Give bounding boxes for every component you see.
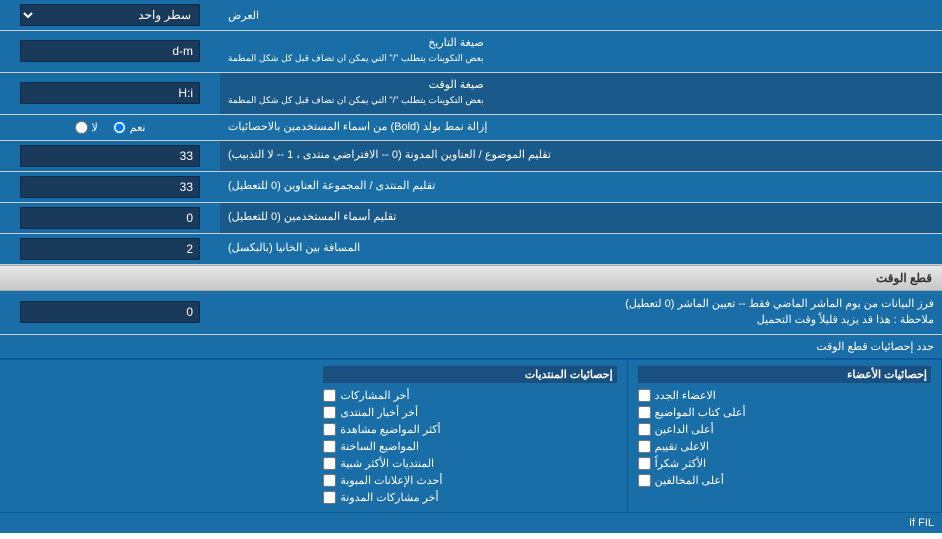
time-format-input[interactable] — [20, 82, 200, 104]
forums-stats-title: إحصائيات المنتديات — [525, 369, 613, 381]
time-format-label: صيغة الوقتبعض التكوينات يتطلب "/" التي ي… — [220, 73, 942, 114]
cb-most-similar[interactable]: المنتديات الأكثر شبية — [323, 455, 616, 472]
checkbox-most-viewed[interactable] — [323, 423, 336, 436]
radio-no-label: لا — [92, 121, 98, 134]
radio-yes[interactable] — [113, 121, 126, 134]
cb-top-rated[interactable]: الاعلى تقييم — [638, 438, 931, 455]
cb-top-inviters[interactable]: أعلى الداعين — [638, 421, 931, 438]
cb-latest-classifieds[interactable]: أحدث الإعلانات المبوبة — [323, 472, 616, 489]
checkbox-hot-topics[interactable] — [323, 440, 336, 453]
subject-trim-label: تقليم الموضوع / العناوين المدونة (0 -- ا… — [220, 141, 942, 171]
cb-most-viewed[interactable]: أكثر المواضيع مشاهدة — [323, 421, 616, 438]
date-format-input-cell[interactable] — [0, 31, 220, 72]
cb-top-infracted[interactable]: أعلى المخالفين — [638, 472, 931, 489]
radio-yes-label: نعم — [130, 121, 146, 134]
members-stats-title: إحصائيات الأعضاء — [847, 369, 927, 381]
bottom-note: If FIL — [909, 517, 934, 529]
cb-last-posts[interactable]: أخر المشاركات — [323, 387, 616, 404]
limit-label: حدد إحصائيات قطع الوقت — [816, 341, 934, 353]
cb-new-members[interactable]: الاعضاء الجدد — [638, 387, 931, 404]
cb-last-news[interactable]: أخر أخبار المنتدى — [323, 404, 616, 421]
checkbox-latest-classifieds[interactable] — [323, 474, 336, 487]
username-trim-input[interactable] — [20, 207, 200, 229]
checkbox-top-infracted[interactable] — [638, 474, 651, 487]
radio-no[interactable] — [75, 121, 88, 134]
spacing-label: المسافة بين الخانيا (بالبكسل) — [220, 234, 942, 264]
checkbox-last-news[interactable] — [323, 406, 336, 419]
username-trim-input-cell[interactable] — [0, 203, 220, 233]
cb-hot-topics[interactable]: المواضيع الساخنة — [323, 438, 616, 455]
checkbox-top-posters[interactable] — [638, 406, 651, 419]
limit-row: حدد إحصائيات قطع الوقت — [0, 335, 942, 359]
checkbox-top-inviters[interactable] — [638, 423, 651, 436]
cutoff-section-header: قطع الوقت — [0, 265, 942, 291]
display-select-cell[interactable]: سطر واحد سطرين ثلاثة أسطر — [0, 0, 220, 30]
subject-trim-input-cell[interactable] — [0, 141, 220, 171]
checkbox-last-posts[interactable] — [323, 389, 336, 402]
header-label: العرض — [220, 0, 942, 30]
forum-trim-input[interactable] — [20, 176, 200, 198]
bold-radio-cell[interactable]: نعم لا — [0, 115, 220, 140]
cutoff-input[interactable] — [20, 301, 200, 323]
checkbox-most-similar[interactable] — [323, 457, 336, 470]
display-select[interactable]: سطر واحد سطرين ثلاثة أسطر — [20, 4, 200, 26]
radio-no-group[interactable]: لا — [75, 121, 98, 134]
checkbox-most-thanked[interactable] — [638, 457, 651, 470]
radio-yes-group[interactable]: نعم — [113, 121, 146, 134]
username-trim-label: تقليم أسماء المستخدمين (0 للتعطيل) — [220, 203, 942, 233]
subject-trim-input[interactable] — [20, 145, 200, 167]
cutoff-label: فرز البيانات من يوم الماشر الماضي فقط --… — [220, 291, 942, 334]
bold-remove-label: إزالة نمط بولد (Bold) من اسماء المستخدمي… — [220, 115, 942, 140]
spacing-input-cell[interactable] — [0, 234, 220, 264]
checkbox-new-members[interactable] — [638, 389, 651, 402]
forum-trim-input-cell[interactable] — [0, 172, 220, 202]
date-format-input[interactable] — [20, 40, 200, 62]
checkbox-last-blog-posts[interactable] — [323, 491, 336, 504]
date-format-label: صيغة التاريخبعض التكوينات يتطلب "/" التي… — [220, 31, 942, 72]
time-format-input-cell[interactable] — [0, 73, 220, 114]
cb-last-blog-posts[interactable]: أخر مشاركات المدونة — [323, 489, 616, 506]
checkbox-top-rated[interactable] — [638, 440, 651, 453]
cb-most-thanked[interactable]: الأكثر شكراً — [638, 455, 931, 472]
cb-top-posters[interactable]: أعلى كتاب المواضيع — [638, 404, 931, 421]
spacing-input[interactable] — [20, 238, 200, 260]
forum-trim-label: تقليم المنتدى / المجموعة العناوين (0 للت… — [220, 172, 942, 202]
cutoff-input-cell[interactable] — [0, 291, 220, 334]
